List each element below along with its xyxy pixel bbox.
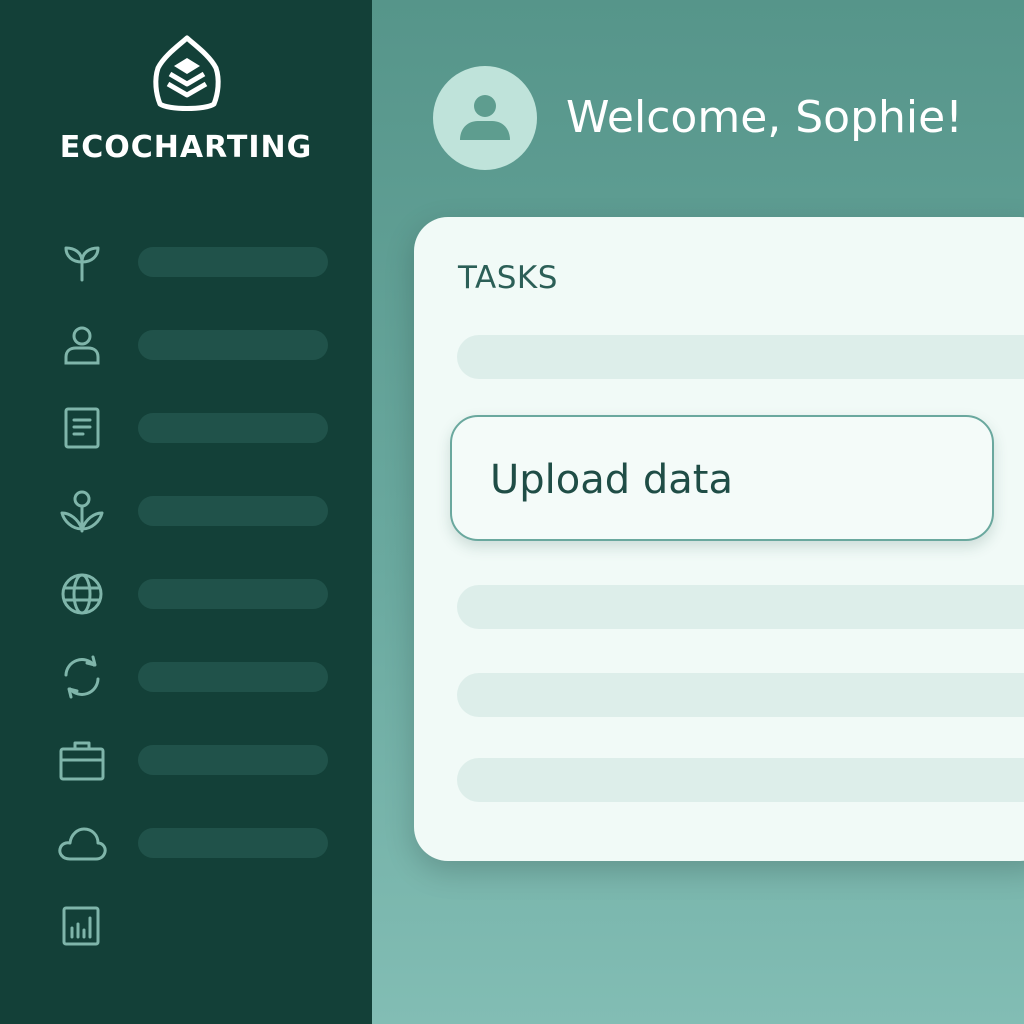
briefcase-icon xyxy=(56,738,108,782)
upload-data-label: Upload data xyxy=(490,457,733,503)
sidebar-item-plant[interactable] xyxy=(0,481,372,541)
tasks-card: TASKS Upload data xyxy=(414,217,1024,861)
main-area: Welcome, Sophie! TASKS Upload data xyxy=(372,0,1024,1024)
sidebar-item-refresh[interactable] xyxy=(0,647,372,707)
sidebar-item-placeholder xyxy=(138,828,328,858)
sidebar-item-placeholder xyxy=(138,413,328,443)
app-window: ECOCHARTING Welcome, Sophie! TASKS Uploa… xyxy=(0,0,1024,1024)
brand-name: ECOCHARTING xyxy=(59,130,313,165)
sidebar-item-placeholder xyxy=(138,330,328,360)
sidebar-item-cloud[interactable] xyxy=(0,813,372,873)
sidebar-item-placeholder xyxy=(138,662,328,692)
sidebar-item-bar-chart[interactable] xyxy=(0,896,372,956)
bar-chart-icon xyxy=(56,904,108,948)
task-placeholder xyxy=(457,673,1024,717)
ecocharting-logo xyxy=(150,34,224,114)
user-avatar-icon[interactable] xyxy=(433,66,537,170)
task-placeholder xyxy=(457,758,1024,802)
welcome-message: Welcome, Sophie! xyxy=(566,92,963,143)
upload-data-button[interactable]: Upload data xyxy=(450,415,994,541)
sidebar-item-placeholder xyxy=(138,745,328,775)
document-icon xyxy=(56,406,108,450)
sprout-icon xyxy=(56,240,108,284)
sidebar-item-globe[interactable] xyxy=(0,564,372,624)
sidebar-item-placeholder xyxy=(138,496,328,526)
task-placeholder xyxy=(457,335,1024,379)
user-icon xyxy=(56,323,108,367)
sidebar-item-document[interactable] xyxy=(0,398,372,458)
refresh-icon xyxy=(56,655,108,699)
sidebar: ECOCHARTING xyxy=(0,0,372,1024)
plant-icon xyxy=(56,489,108,533)
tasks-title: TASKS xyxy=(458,260,558,296)
globe-icon xyxy=(56,572,108,616)
sidebar-item-user[interactable] xyxy=(0,315,372,375)
sidebar-item-placeholder xyxy=(138,247,328,277)
cloud-icon xyxy=(56,821,108,865)
task-placeholder xyxy=(457,585,1024,629)
sidebar-item-briefcase[interactable] xyxy=(0,730,372,790)
sidebar-item-sprout[interactable] xyxy=(0,232,372,292)
sidebar-item-placeholder xyxy=(138,579,328,609)
